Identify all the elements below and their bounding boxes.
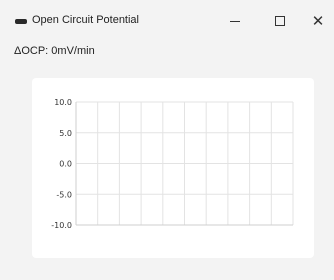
y-tick-label: 0.0 <box>59 160 72 169</box>
chart-panel: 10.0 5.0 0.0 -5.0 -10.0 <box>32 78 314 258</box>
window-title: Open Circuit Potential <box>32 14 139 26</box>
y-tick-label: -10.0 <box>51 221 72 230</box>
y-tick-label: -5.0 <box>56 190 72 199</box>
maximize-button[interactable] <box>265 10 295 32</box>
y-tick-label: 5.0 <box>59 129 72 138</box>
ocp-rate-label: ΔOCP: 0mV/min <box>14 45 95 57</box>
maximize-icon <box>275 16 285 26</box>
close-button[interactable]: ✕ <box>303 10 333 32</box>
y-tick-label: 10.0 <box>54 98 72 107</box>
title-bar: Open Circuit Potential ✕ <box>0 0 334 36</box>
app-icon <box>15 19 27 24</box>
minimize-button[interactable] <box>220 10 250 32</box>
close-icon: ✕ <box>311 12 325 30</box>
minimize-icon <box>230 20 240 22</box>
ocp-chart: 10.0 5.0 0.0 -5.0 -10.0 <box>51 98 294 230</box>
